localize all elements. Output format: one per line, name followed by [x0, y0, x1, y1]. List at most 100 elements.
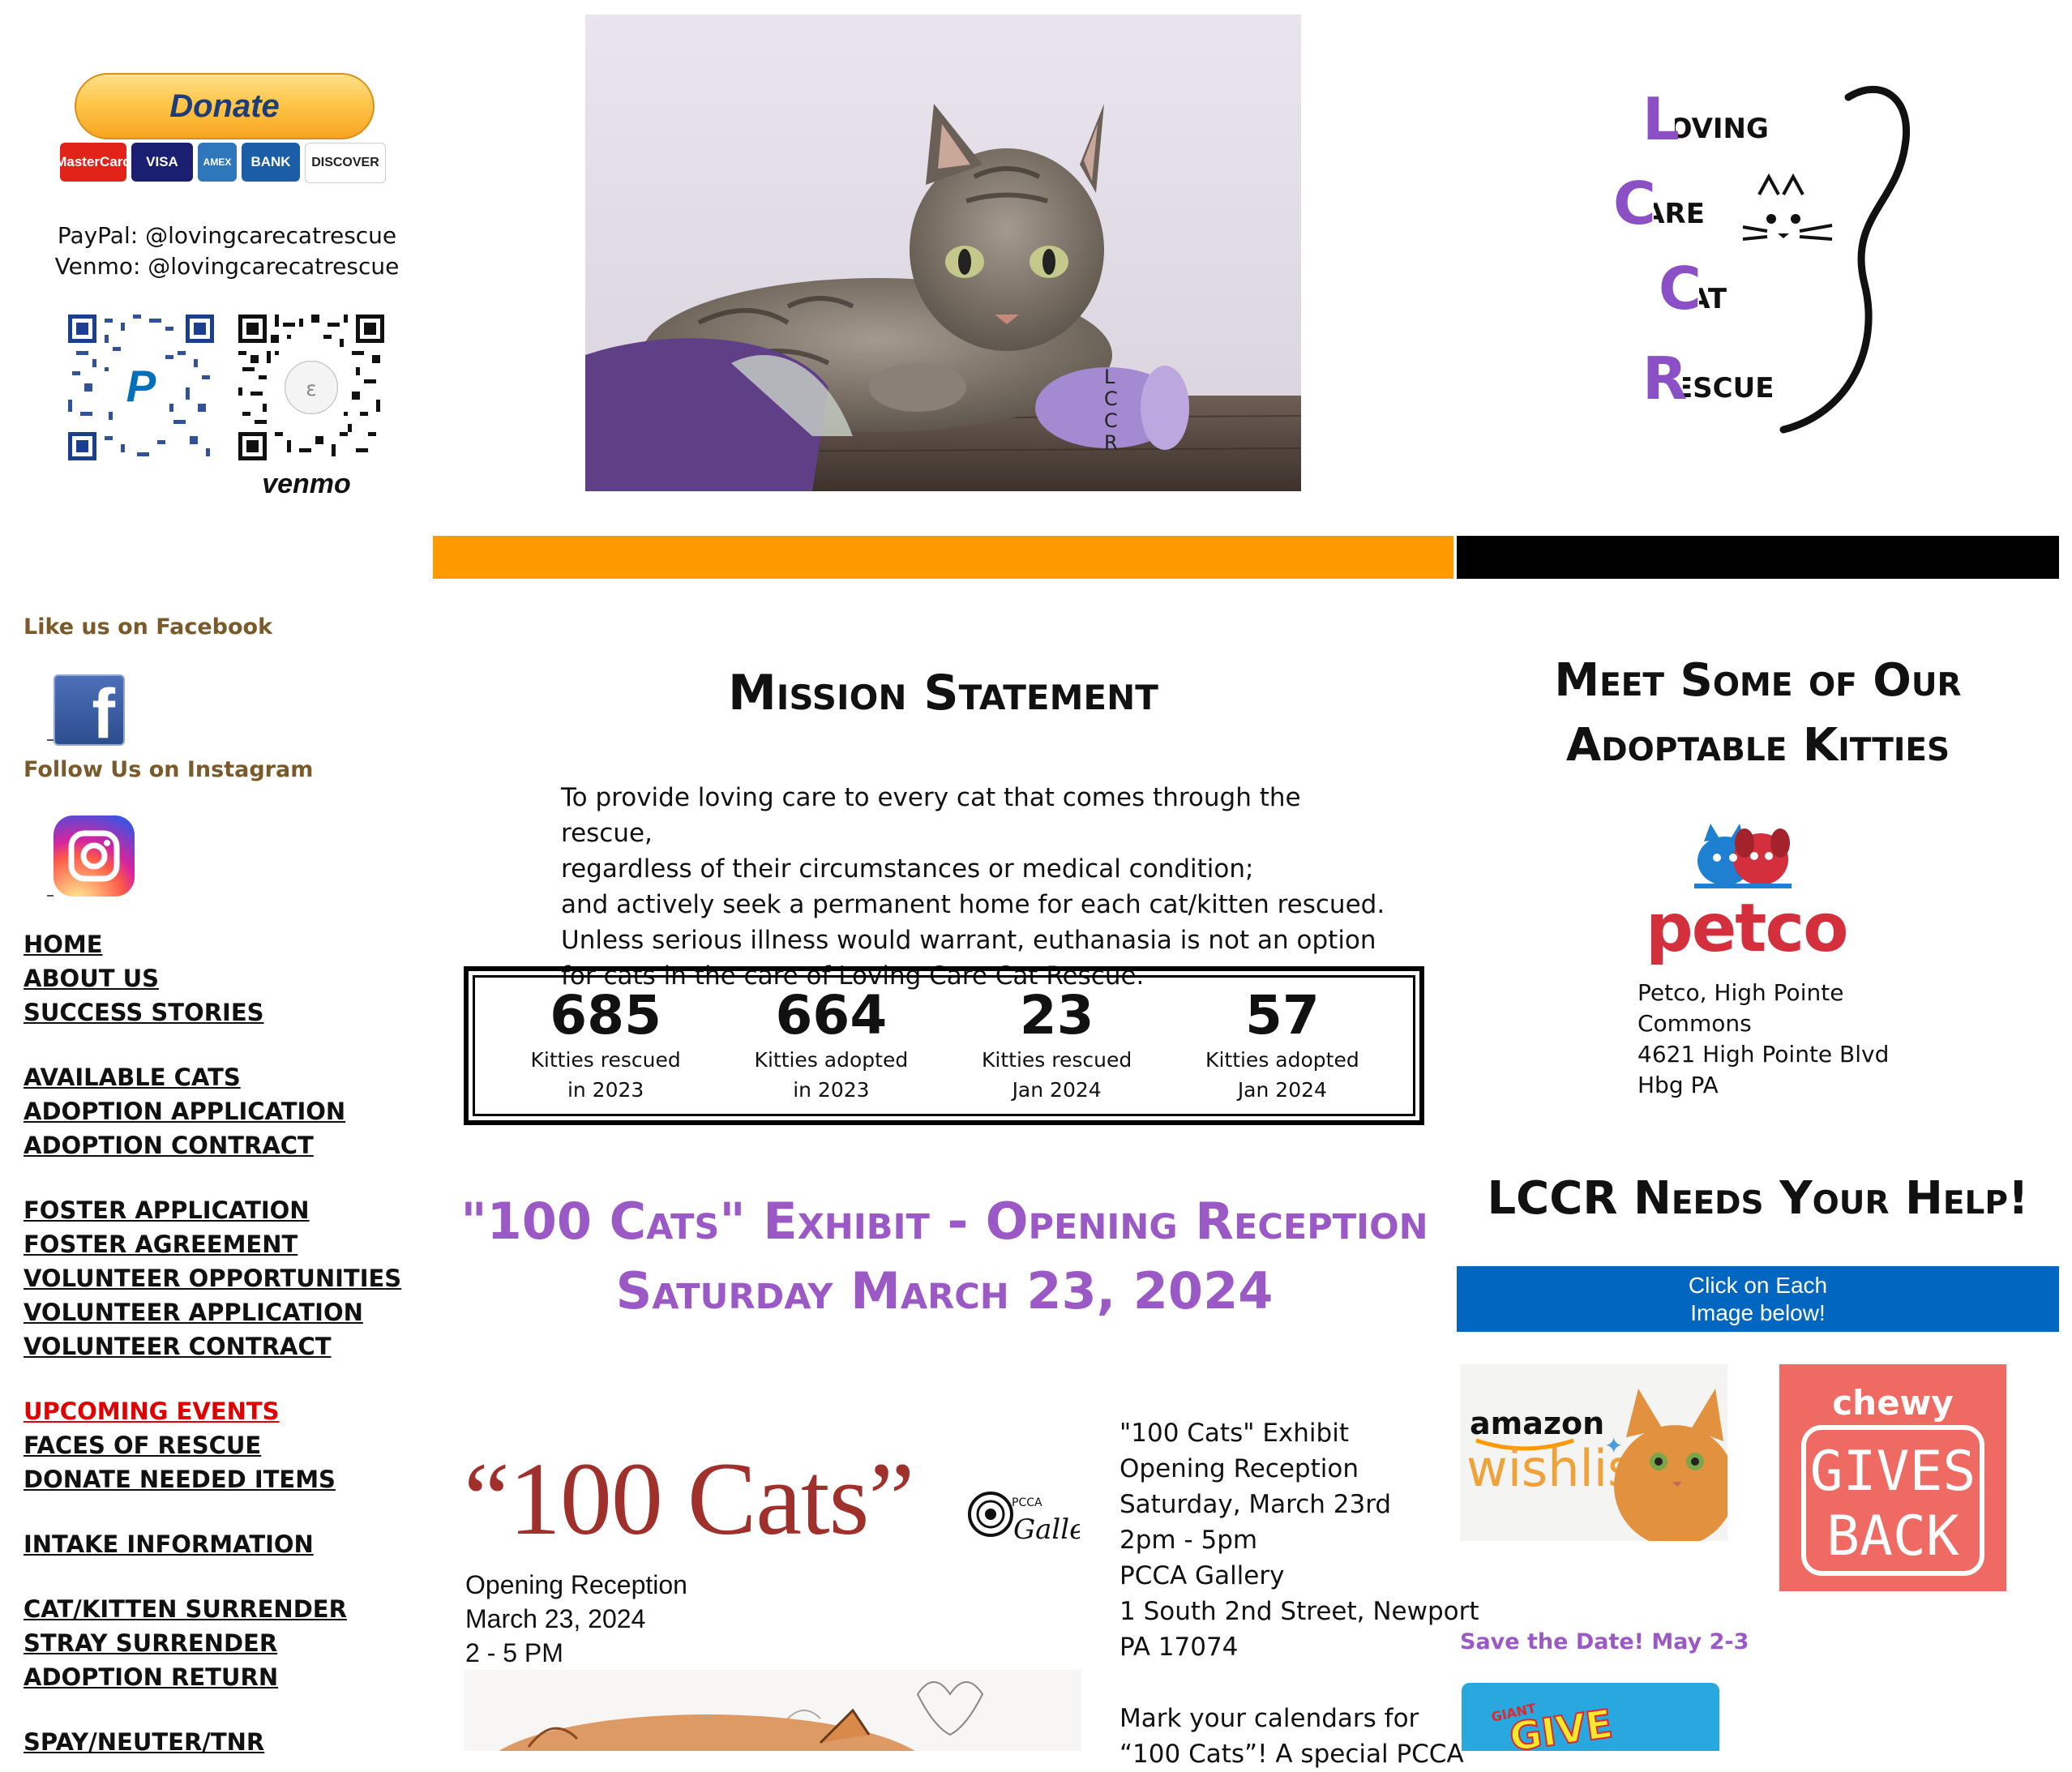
nav-spay-neuter-tnr[interactable]: SPAY/NEUTER/TNR: [24, 1728, 264, 1756]
event-line: "100 Cats" Exhibit: [1119, 1419, 1349, 1448]
nav-foster-agreement[interactable]: FOSTER AGREEMENT: [24, 1231, 298, 1258]
stat-label: Kitties rescued: [530, 1048, 681, 1072]
exhibit-title-line1: "100 Cats" Exhibit - Opening Reception: [460, 1192, 1428, 1251]
nav-donate-needed-items[interactable]: DONATE NEEDED ITEMS: [24, 1466, 336, 1493]
stat-number: 664: [775, 984, 888, 1047]
lccr-logo: Loving Care Cat Rescue L C C R: [1605, 73, 1929, 446]
stat-label: Kitties adopted: [754, 1048, 909, 1072]
nav-adoption-contract[interactable]: ADOPTION CONTRACT: [24, 1132, 314, 1159]
nav-volunteer-opportunities[interactable]: VOLUNTEER OPPORTUNITIES: [24, 1265, 401, 1292]
poster-info-line: 2 - 5 PM: [465, 1638, 563, 1667]
nav-adoption-application[interactable]: ADOPTION APPLICATION: [24, 1098, 345, 1125]
pcca-gallery-logo: PCCA Gallery: [966, 1482, 1115, 1563]
mission-title: Mission Statement: [728, 665, 1158, 721]
cat-tail: [1779, 85, 1910, 434]
event-line: [1119, 1665, 1479, 1701]
giant-give-link[interactable]: GIANT GIVE: [1462, 1683, 1719, 1751]
visa-icon: VISA: [131, 143, 193, 182]
orange-divider-bar: [433, 536, 1453, 579]
gallery-script: Gallery: [1013, 1513, 1080, 1546]
nav-available-cats[interactable]: AVAILABLE CATS: [24, 1064, 241, 1091]
back-word: BACK: [1826, 1504, 1959, 1569]
adoptable-title-line1: Meet Some of Our: [1554, 654, 1962, 707]
nav-home[interactable]: HOME: [24, 931, 103, 958]
discover-icon: DISCOVER: [305, 143, 386, 183]
adoptable-title: Meet Some of Our Adoptable Kitties: [1457, 648, 2059, 778]
petco-pets-icon[interactable]: [1686, 819, 1800, 892]
nav-upcoming-events[interactable]: UPCOMING EVENTS: [24, 1397, 280, 1425]
svg-text:✦: ✦: [1604, 1432, 1623, 1459]
address-line: Petco, High Pointe: [1637, 979, 1844, 1006]
stat-label: Jan 2024: [1237, 1078, 1327, 1102]
nav-intake-information[interactable]: INTAKE INFORMATION: [24, 1530, 314, 1558]
poster-info: Opening Reception March 23, 2024 2 - 5 P…: [465, 1568, 687, 1670]
venmo-qr-code[interactable]: ε: [238, 315, 384, 464]
toy-letter-4: R: [1104, 431, 1118, 454]
nav-success-stories[interactable]: SUCCESS STORIES: [24, 999, 264, 1026]
help-banner: Click on Each Image below!: [1457, 1266, 2059, 1332]
mastercard-icon: MasterCard: [55, 143, 131, 182]
exhibit-title-line2: Saturday March 23, 2024: [615, 1261, 1274, 1320]
facebook-underline: [47, 739, 54, 741]
poster-info-line: Opening Reception: [465, 1570, 687, 1599]
nav-volunteer-application[interactable]: VOLUNTEER APPLICATION: [24, 1299, 363, 1326]
poster-cat-illustration: [464, 1670, 1081, 1751]
save-the-date[interactable]: Save the Date! May 2-3: [1460, 1629, 1749, 1654]
facebook-label[interactable]: Like us on Facebook: [24, 614, 272, 640]
black-divider-bar: [1457, 536, 2059, 579]
nav-faces-of-rescue[interactable]: FACES OF RESCUE: [24, 1432, 261, 1459]
address-line: Commons: [1637, 1010, 1752, 1037]
mission-line: regardless of their circumstances or med…: [561, 854, 1254, 884]
chewy-word: chewy: [1832, 1383, 1953, 1423]
svg-text:P: P: [126, 362, 156, 412]
gives-word: GIVES: [1810, 1440, 1976, 1504]
paypal-handle: PayPal: @lovingcarecatrescue: [57, 222, 397, 249]
instagram-underline: [47, 895, 54, 897]
poster-title[interactable]: “100 Cats”: [464, 1440, 914, 1559]
nav-about-us[interactable]: ABOUT US: [24, 965, 159, 992]
amazon-word: amazon: [1470, 1406, 1604, 1441]
pcca-mark: PCCA: [1012, 1496, 1042, 1509]
toy-letter-1: L: [1104, 366, 1115, 388]
event-line: Opening Reception: [1119, 1454, 1359, 1483]
instagram-icon[interactable]: [54, 815, 135, 897]
nav-foster-application[interactable]: FOSTER APPLICATION: [24, 1196, 310, 1224]
petco-address: Petco, High Pointe Commons 4621 High Poi…: [1637, 978, 1889, 1101]
event-line: Mark your calendars for: [1119, 1704, 1419, 1733]
mission-line: To provide loving care to every cat that…: [561, 783, 1301, 848]
event-line: “100 Cats”! A special PCCA: [1119, 1740, 1464, 1769]
event-line: Saturday, March 23rd: [1119, 1490, 1392, 1519]
stat-label: Kitties rescued: [982, 1048, 1132, 1072]
help-banner-line2: Image below!: [1690, 1299, 1826, 1325]
paypal-qr-code[interactable]: P: [68, 315, 214, 464]
toy-letter-3: C: [1104, 409, 1118, 432]
mission-line: Unless serious illness would warrant, eu…: [561, 926, 1376, 955]
nav-volunteer-contract[interactable]: VOLUNTEER CONTRACT: [24, 1333, 332, 1360]
event-line: PA 17074: [1119, 1633, 1239, 1662]
svg-text:C: C: [1659, 255, 1702, 323]
event-details: "100 Cats" Exhibit Opening Reception Sat…: [1119, 1415, 1479, 1772]
facebook-icon[interactable]: f: [54, 674, 125, 746]
amazon-wishlist-link[interactable]: amazon wishlist ✦: [1460, 1364, 1727, 1541]
petco-logo[interactable]: petco: [1646, 890, 1848, 967]
stat-label: in 2023: [567, 1078, 644, 1102]
svg-text:C: C: [1613, 169, 1656, 238]
nav-cat-kitten-surrender[interactable]: CAT/KITTEN SURRENDER: [24, 1595, 347, 1623]
svg-text:L: L: [1642, 85, 1680, 153]
stat-label: Kitties adopted: [1205, 1048, 1359, 1072]
nav-stray-surrender[interactable]: STRAY SURRENDER: [24, 1629, 277, 1657]
payment-handles: PayPal: @lovingcarecatrescue Venmo: @lov…: [49, 220, 405, 282]
svg-text:R: R: [1642, 345, 1687, 413]
stat-adopted-jan-2024: 57 Kitties adopted Jan 2024: [1177, 987, 1388, 1105]
hero-cat-photo: L C C R: [585, 15, 1301, 491]
address-line: 4621 High Pointe Blvd: [1637, 1041, 1890, 1068]
venmo-handle: Venmo: @lovingcarecatrescue: [54, 253, 400, 280]
mission-line: and actively seek a permanent home for e…: [561, 890, 1385, 919]
stat-rescued-2023: 685 Kitties rescued in 2023: [500, 987, 711, 1105]
instagram-label[interactable]: Follow Us on Instagram: [24, 757, 313, 782]
donate-button[interactable]: Donate: [75, 73, 375, 139]
chewy-gives-back-link[interactable]: chewy GIVES BACK: [1779, 1364, 2006, 1591]
event-line: 1 South 2nd Street, Newport: [1119, 1597, 1479, 1626]
nav-adoption-return[interactable]: ADOPTION RETURN: [24, 1663, 278, 1691]
exhibit-title: "100 Cats" Exhibit - Opening Reception S…: [438, 1187, 1451, 1326]
